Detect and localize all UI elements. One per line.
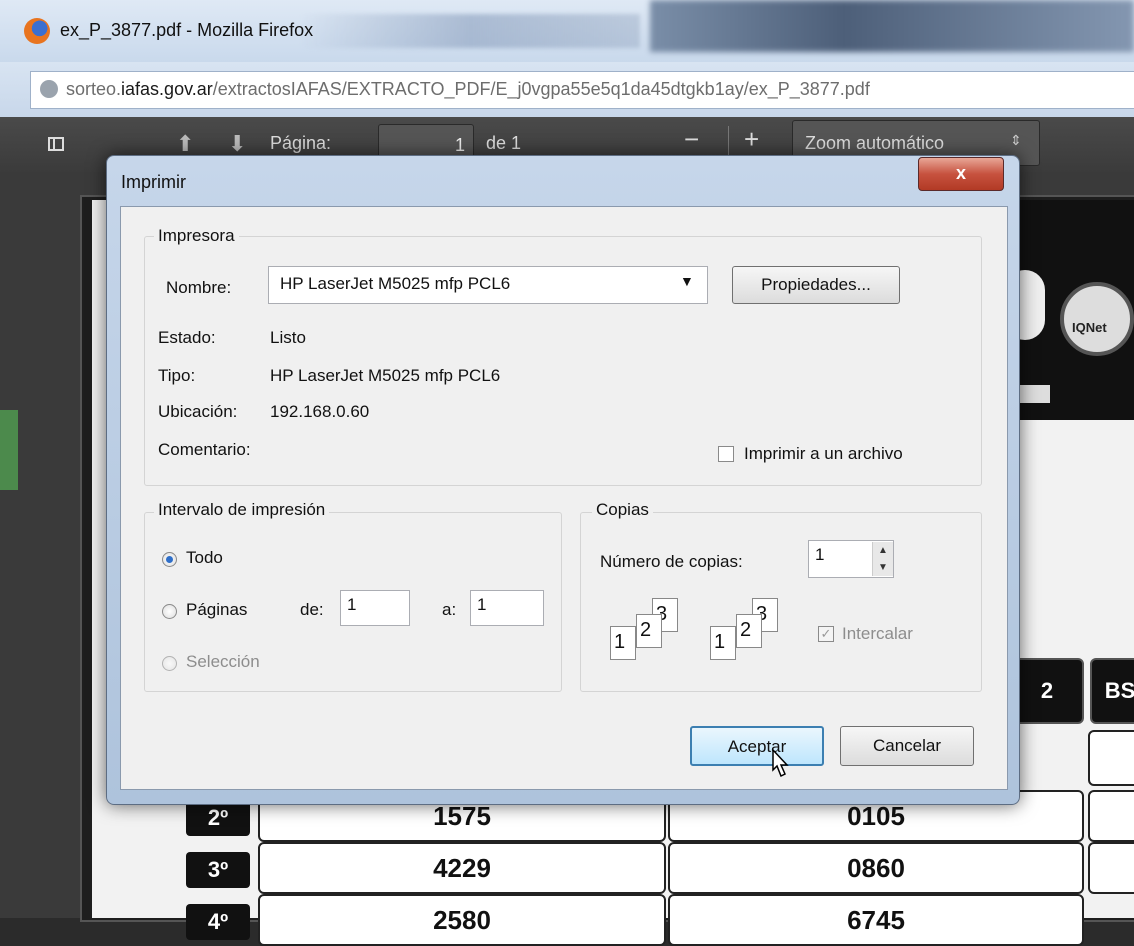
selection-label: Selección — [186, 652, 260, 671]
background-tab[interactable] — [300, 14, 640, 48]
printer-select-value: HP LaserJet M5025 mfp PCL6 — [280, 274, 511, 293]
left-edge-strip — [0, 410, 18, 490]
table-cell: 0860 — [668, 842, 1084, 894]
type-label: Tipo: — [158, 366, 196, 385]
window-title: ex_P_3877.pdf - Mozilla Firefox — [60, 20, 314, 40]
properties-button[interactable]: Propiedades... — [732, 266, 900, 304]
collate-page-1-icon: 1 — [610, 626, 636, 660]
row-ordinal: 4º — [186, 904, 250, 940]
copies-legend: Copias — [592, 500, 653, 520]
url-path: /extractosIAFAS/EXTRACTO_PDF/E_j0vgpa55e… — [212, 79, 870, 99]
site-identity-icon[interactable] — [40, 80, 58, 98]
collate-checkbox[interactable]: ✓ — [818, 626, 834, 642]
ok-button[interactable]: Aceptar — [690, 726, 824, 766]
to-label: a: — [442, 600, 457, 619]
pages-radio[interactable] — [162, 604, 177, 619]
zoom-out-button[interactable]: − — [684, 124, 699, 155]
iqnet-logo-text: IQNet — [1072, 320, 1107, 335]
collate-page-1-icon: 1 — [710, 626, 736, 660]
copies-group — [580, 512, 982, 692]
table-header-cell: BS — [1090, 658, 1134, 724]
from-label: de: — [300, 600, 324, 619]
location-value: 192.168.0.60 — [270, 402, 370, 421]
all-radio[interactable] — [162, 552, 177, 567]
print-range-legend: Intervalo de impresión — [154, 500, 330, 520]
comment-label: Comentario: — [158, 440, 251, 459]
from-page-input[interactable]: 1 — [340, 590, 410, 626]
previous-page-icon[interactable]: ⬆ — [176, 131, 194, 157]
row-ordinal: 3º — [186, 852, 250, 888]
table-cell — [1088, 790, 1134, 842]
table-cell: 2580 — [258, 894, 666, 946]
copies-label: Número de copias: — [600, 552, 743, 571]
status-value: Listo — [270, 328, 306, 347]
row-ordinal: 2º — [186, 800, 250, 836]
close-button[interactable]: x — [918, 157, 1004, 191]
location-label: Ubicación: — [158, 402, 238, 421]
to-page-input[interactable]: 1 — [470, 590, 544, 626]
collate-page-2-icon: 2 — [636, 614, 662, 648]
page-label: Página: — [270, 133, 332, 153]
table-cell: 6745 — [668, 894, 1084, 946]
toolbar-separator — [728, 126, 729, 156]
collate-page-2-icon: 2 — [736, 614, 762, 648]
iqnet-logo — [1060, 282, 1134, 356]
type-value: HP LaserJet M5025 mfp PCL6 — [270, 366, 501, 385]
all-label: Todo — [186, 548, 223, 567]
copies-spinner-icon[interactable]: ▲ ▼ — [872, 542, 893, 576]
pages-label: Páginas — [186, 600, 248, 619]
dialog-title: Imprimir — [121, 172, 186, 192]
next-page-icon[interactable]: ⬇ — [228, 131, 246, 157]
url-text[interactable]: sorteo.iafas.gov.ar/extractosIAFAS/EXTRA… — [66, 79, 870, 100]
table-cell: 4229 — [258, 842, 666, 894]
print-to-file-checkbox[interactable] — [718, 446, 734, 462]
cancel-button[interactable]: Cancelar — [840, 726, 974, 766]
selection-radio[interactable] — [162, 656, 177, 671]
print-to-file-label: Imprimir a un archivo — [744, 444, 903, 463]
firefox-logo-icon — [24, 18, 50, 44]
collate-label: Intercalar — [842, 624, 913, 643]
page-count: de 1 — [486, 133, 522, 153]
status-label: Estado: — [158, 328, 216, 347]
titlebar-blurred-area — [650, 0, 1134, 52]
printer-group-legend: Impresora — [154, 226, 239, 246]
zoom-dropdown-icon: ⇕ — [1010, 132, 1022, 148]
url-prefix: sorteo. — [66, 79, 122, 99]
name-label: Nombre: — [166, 278, 232, 297]
table-cell — [1088, 730, 1134, 786]
mouse-cursor-icon — [772, 748, 789, 778]
dropdown-arrow-icon: ▼ — [680, 273, 694, 289]
table-cell — [1088, 842, 1134, 894]
url-domain: iafas.gov.ar — [121, 79, 213, 99]
table-header-cell: 2 — [1010, 658, 1084, 724]
sidebar-toggle-icon[interactable] — [48, 137, 64, 151]
zoom-in-button[interactable]: + — [744, 124, 759, 155]
